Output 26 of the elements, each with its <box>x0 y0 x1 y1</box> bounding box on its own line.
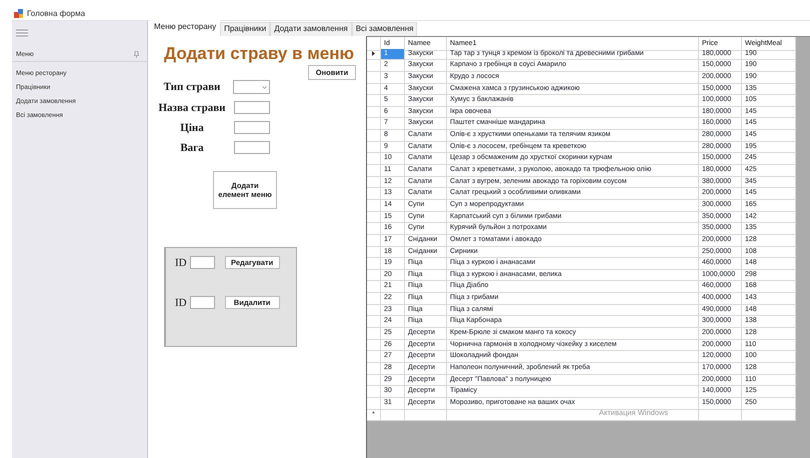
field-label: Тип страви <box>162 81 222 93</box>
field-label: Вага <box>179 142 205 154</box>
input-field[interactable] <box>234 121 270 134</box>
form-title: Додати страву в меню <box>164 44 356 64</box>
empty-cell[interactable] <box>742 410 796 422</box>
window-title: Головна форма <box>27 8 86 18</box>
field-label: Ціна <box>179 122 205 134</box>
input-field[interactable] <box>234 141 270 154</box>
id-field[interactable] <box>190 296 215 309</box>
input-field[interactable] <box>234 101 270 114</box>
id-field[interactable] <box>190 256 215 269</box>
type-dropdown[interactable] <box>233 80 270 94</box>
empty-cell[interactable] <box>381 410 405 422</box>
empty-cell[interactable] <box>699 410 742 422</box>
tab[interactable]: Додати замовлення <box>270 22 352 36</box>
empty-cell[interactable] <box>447 410 699 422</box>
id-label: ID <box>175 256 187 268</box>
menu-icon[interactable] <box>16 29 28 37</box>
app-icon <box>14 8 23 18</box>
id-label: ID <box>175 296 187 308</box>
empty-cell[interactable] <box>405 410 447 422</box>
pin-icon[interactable] <box>134 50 139 58</box>
chevron-icon <box>262 86 267 88</box>
tab[interactable]: Працівники <box>220 22 270 36</box>
field-label: Назва страви <box>158 102 226 114</box>
tab[interactable]: Всі замовлення <box>352 22 418 36</box>
